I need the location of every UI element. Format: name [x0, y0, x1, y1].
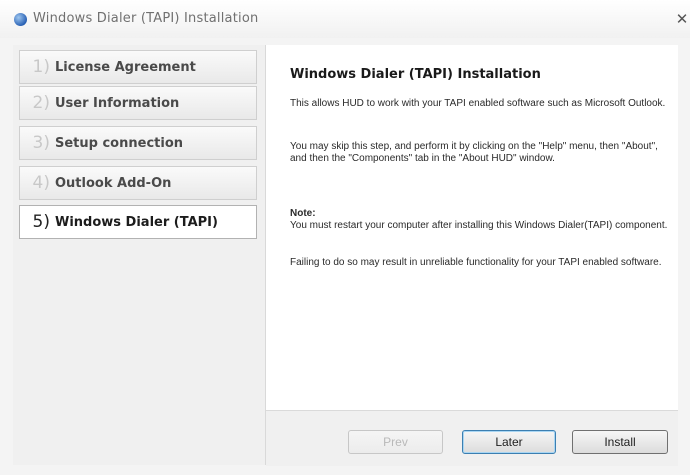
- skip-paragraph: You may skip this step, and perform it b…: [290, 141, 658, 164]
- warning-paragraph: Failing to do so may result in unreliabl…: [290, 257, 662, 268]
- step-windows-dialer-tapi[interactable]: 5) Windows Dialer (TAPI): [19, 205, 257, 239]
- content-panel: Windows Dialer (TAPI) Installation This …: [266, 45, 678, 410]
- step-outlook-add-on[interactable]: 4) Outlook Add-On: [19, 166, 257, 200]
- content-title: Windows Dialer (TAPI) Installation: [290, 67, 541, 82]
- step-number: 2): [32, 93, 50, 113]
- intro-paragraph: This allows HUD to work with your TAPI e…: [290, 98, 666, 109]
- steps-sidebar: 1) License Agreement 2) User Information…: [13, 45, 266, 465]
- note-text: You must restart your computer after ins…: [290, 220, 668, 231]
- install-button[interactable]: Install: [572, 430, 668, 454]
- step-number: 1): [32, 57, 50, 77]
- step-label: License Agreement: [55, 59, 196, 75]
- step-number: 5): [32, 212, 50, 232]
- step-license-agreement[interactable]: 1) License Agreement: [19, 50, 257, 84]
- step-user-information[interactable]: 2) User Information: [19, 86, 257, 120]
- step-label: Setup connection: [55, 135, 184, 151]
- title-bar: Windows Dialer (TAPI) Installation ✕: [0, 0, 690, 38]
- later-button[interactable]: Later: [462, 430, 556, 454]
- step-label: User Information: [55, 95, 180, 111]
- step-number: 3): [32, 133, 50, 153]
- installer-window: Windows Dialer (TAPI) Installation ✕ 1) …: [0, 0, 690, 475]
- note-heading: Note:: [290, 208, 316, 219]
- window-title: Windows Dialer (TAPI) Installation: [33, 11, 259, 26]
- app-globe-icon: [14, 13, 27, 26]
- button-bar: Prev Later Install: [266, 410, 678, 466]
- prev-button[interactable]: Prev: [348, 430, 443, 454]
- step-label: Windows Dialer (TAPI): [55, 214, 218, 230]
- close-icon[interactable]: ✕: [674, 11, 690, 27]
- step-setup-connection[interactable]: 3) Setup connection: [19, 126, 257, 160]
- step-number: 4): [32, 173, 50, 193]
- step-label: Outlook Add-On: [55, 175, 172, 191]
